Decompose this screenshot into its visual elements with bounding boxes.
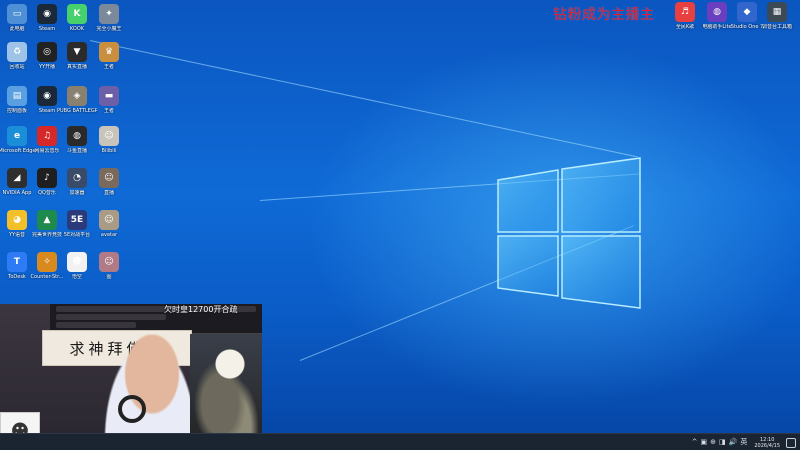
desktop-icon-label: 王者 [103, 108, 114, 114]
recycle-bin-icon: ♻ [7, 42, 27, 62]
todesk-icon: T [7, 252, 27, 272]
donation-banner: 钻粉成为主播主 [553, 7, 655, 23]
clock[interactable]: 12:10 2026/4/15 [754, 437, 780, 449]
desktop-icon[interactable]: ◎ YY开播 [30, 42, 64, 78]
portrait-icon: ☺ [99, 252, 119, 272]
goku-icon: ☻ [67, 252, 87, 272]
desktop-icon[interactable]: K KOOK [60, 4, 94, 40]
kook-icon: K [67, 4, 87, 24]
netease-music-icon: ♫ [37, 126, 57, 146]
control-panel-icon: ▤ [7, 86, 27, 106]
kge-icon: ♬ [675, 2, 695, 22]
desktop-icon[interactable]: ▭ 此电脑 [0, 4, 34, 40]
desktop-icon[interactable]: ▼ 真实直播 [60, 42, 94, 78]
notification-icon[interactable] [786, 437, 796, 448]
desktop-icon[interactable]: ▬ 王者 [92, 86, 126, 122]
desktop-icon[interactable]: ☺ Bilibili [92, 126, 126, 162]
desktop-icon[interactable]: T ToDesk [0, 252, 34, 288]
desktop-icon-label: 调音台工具箱 [761, 24, 792, 30]
desktop-icon[interactable]: ✦ 完全小魔王 [92, 4, 126, 40]
portrait-icon: ☺ [99, 126, 119, 146]
app-tray-icon[interactable]: ▣ [701, 439, 708, 446]
douyu-icon: ◍ [67, 126, 87, 146]
desktop-icon-label: avatar [100, 232, 118, 238]
desktop-icon[interactable]: ◈PUBG BATTLEGR... [57, 86, 97, 122]
desktop-icon[interactable]: ♻ 回收站 [0, 42, 34, 78]
desktop-icon[interactable]: ☻ 悟空 [60, 252, 94, 288]
desktop-icon-label: 完全小魔王 [96, 26, 122, 32]
pubg-icon: ◈ [67, 86, 87, 106]
computer-icon: ▭ [7, 4, 27, 24]
studio-one-icon: ◆ [737, 2, 757, 22]
show-hidden-icons-icon[interactable]: ^ [692, 439, 698, 446]
desktop-icon[interactable]: ☺ avatar [92, 210, 126, 246]
yy-voice-icon: ◕ [7, 210, 27, 230]
toolbox-icon: ▦ [767, 2, 787, 22]
volume-icon[interactable]: 🔊 [729, 439, 738, 446]
desktop-icon[interactable]: ♫ 网易云音乐 [30, 126, 64, 162]
portrait-icon: ☺ [99, 210, 119, 230]
system-tray: ^ ▣ ⊕ ◨ 🔊 英 12:10 2026/4/15 [692, 434, 796, 450]
gift-goal-text: 欠时皇12700开合疏 [164, 305, 238, 314]
portrait-icon: ☺ [99, 168, 119, 188]
desktop-icon[interactable]: ▦ 调音台工具箱 [760, 2, 794, 38]
desktop-icon-label: 图 [106, 274, 112, 280]
game-icon: ✦ [99, 4, 119, 24]
desktop-icon[interactable]: ✧ Counter-Str... [30, 252, 64, 288]
desktop-icon[interactable]: ▲ 完美世界竞技 [30, 210, 64, 246]
desktop-icon[interactable]: ◉ Steam [30, 4, 64, 40]
assistant-icon: ◍ [707, 2, 727, 22]
windows-logo [497, 157, 641, 309]
desktop-icon[interactable]: ▤ 控制面板 [0, 86, 34, 122]
steam-icon: ◉ [37, 86, 57, 106]
qq-music-icon: ♪ [37, 168, 57, 188]
game-icon: ♛ [99, 42, 119, 62]
nvidia-icon: ◢ [7, 168, 27, 188]
steam-icon: ◉ [37, 4, 57, 24]
desktop-icon[interactable]: ◆ Studio One 7 [730, 2, 764, 38]
desktop-icon[interactable]: ♛ 王者 [92, 42, 126, 78]
desktop-icon[interactable]: ◕ YY语音 [0, 210, 34, 246]
desktop-icon[interactable]: 5E 5E对战平台 [60, 210, 94, 246]
5e-icon: 5E [67, 210, 87, 230]
shortcut-icon: ▬ [99, 86, 119, 106]
desktop-icon[interactable]: e Microsoft Edge [0, 126, 35, 162]
clock-date: 2026/4/15 [754, 442, 780, 449]
battery-icon[interactable]: ◨ [719, 439, 726, 446]
light-beam [89, 40, 638, 158]
desktop-icon-label: 王者 [103, 64, 114, 70]
desktop-icon[interactable]: ◢ NVIDIA App [0, 168, 34, 204]
desktop-icon[interactable]: ♬ 全民K歌 [668, 2, 702, 38]
desktop-icon[interactable]: ◍ 电脑助手Lite [700, 2, 734, 38]
desktop-icon-label: Bilibili [101, 148, 117, 154]
desktop-icon-label: 直播 [103, 190, 114, 196]
desktop-icon[interactable]: ◔ 加速器 [60, 168, 94, 204]
desktop-icon[interactable]: ◉ Steam [30, 86, 64, 122]
live-app-icon: ▼ [67, 42, 87, 62]
taskbar: ^ ▣ ⊕ ◨ 🔊 英 12:10 2026/4/15 [0, 433, 800, 450]
accelerator-icon: ◔ [67, 168, 87, 188]
edge-icon: e [7, 126, 27, 146]
headphones-icon [118, 395, 146, 423]
network-icon[interactable]: ⊕ [710, 439, 716, 446]
input-method-icon[interactable]: 英 [740, 439, 747, 446]
desktop-icon[interactable]: ◍ 斗鱼直播 [60, 126, 94, 162]
desktop-icon[interactable]: ☺ 直播 [92, 168, 126, 204]
desktop-icon[interactable]: ♪ QQ音乐 [30, 168, 64, 204]
perfect-world-icon: ▲ [37, 210, 57, 230]
desktop-icon[interactable]: ☺ 图 [92, 252, 126, 288]
yy-live-icon: ◎ [37, 42, 57, 62]
cs-icon: ✧ [37, 252, 57, 272]
